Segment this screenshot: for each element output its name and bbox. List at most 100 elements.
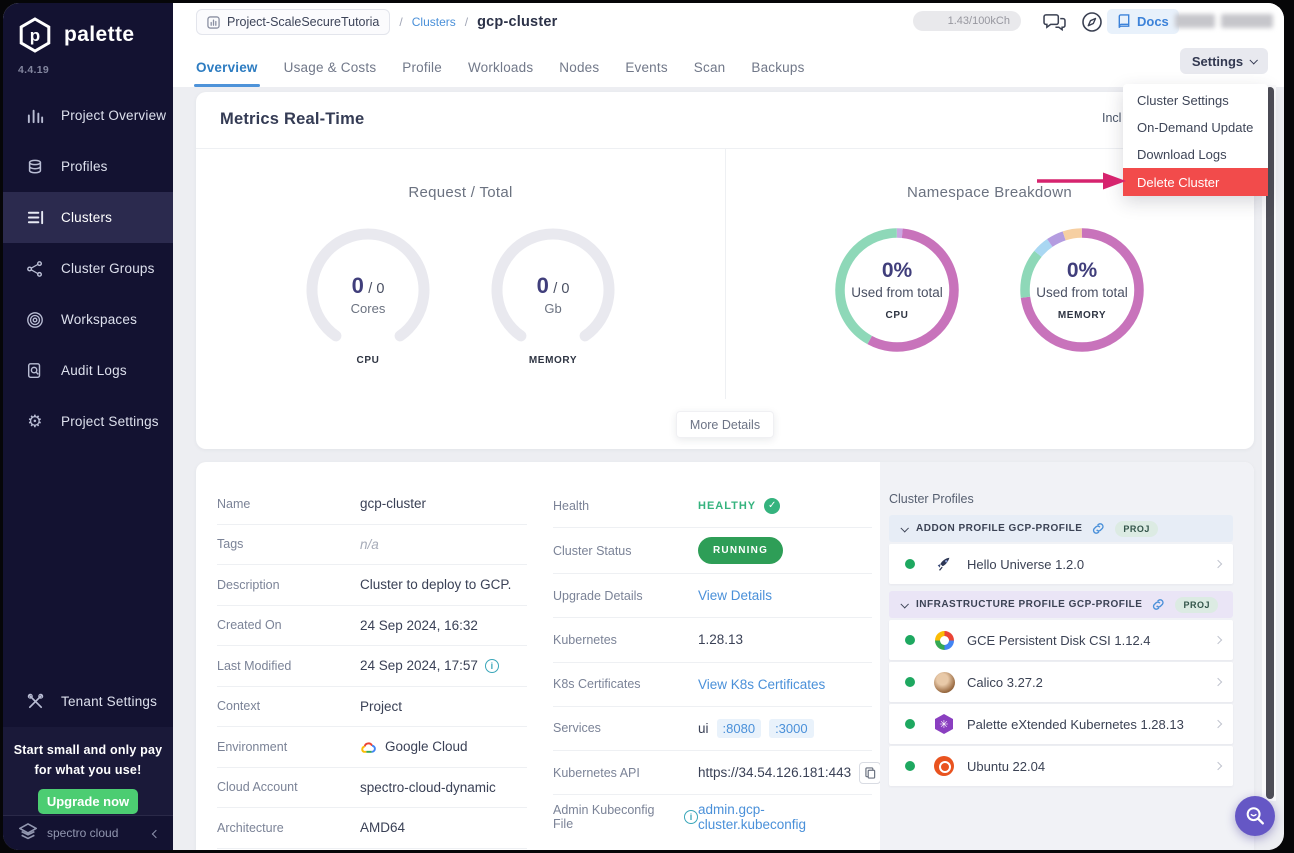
tab-scan[interactable]: Scan (694, 47, 726, 87)
user-account-redacted[interactable] (1175, 14, 1273, 28)
upgrade-now-button[interactable]: Upgrade now (38, 789, 138, 814)
detail-value: spectro-cloud-dynamic (360, 780, 496, 795)
info-icon[interactable]: i (684, 810, 698, 824)
cpu-gauge-label: CPU (303, 355, 433, 366)
tab-events[interactable]: Events (625, 47, 667, 87)
help-search-floating-button[interactable] (1235, 796, 1275, 836)
profile-pack-row[interactable]: Hello Universe 1.2.0 (889, 544, 1233, 584)
sidebar-item-profiles[interactable]: Profiles (3, 141, 173, 192)
palette-extended-kubernetes-icon: ✳ (933, 713, 955, 735)
sidebar-item-cluster-groups[interactable]: Cluster Groups (3, 243, 173, 294)
info-icon[interactable]: i (485, 659, 499, 673)
sidebar-item-tenant-settings[interactable]: Tenant Settings (3, 676, 173, 727)
metrics-title: Metrics Real-Time (220, 110, 364, 129)
profile-pack-row[interactable]: Calico 3.27.2 (889, 662, 1233, 702)
cpu-used-percent: 0% (832, 259, 962, 283)
cluster-details-column: Name gcp-cluster Tags n/a Description Cl… (217, 484, 527, 849)
menu-item-delete-cluster[interactable]: Delete Cluster (1123, 168, 1268, 196)
sidebar-item-clusters[interactable]: Clusters (3, 192, 173, 243)
kubeconfig-download-link[interactable]: admin.gcp-cluster.kubeconfig (698, 802, 872, 832)
promo-text-line1: Start small and only pay (3, 740, 173, 760)
request-total-title: Request / Total (196, 184, 725, 201)
pack-name: Calico 3.27.2 (967, 675, 1215, 690)
cpu-unit: Cores (303, 301, 433, 316)
memory-donut-label: MEMORY (1017, 310, 1147, 321)
detail-row-last-modified: Last Modified 24 Sep 2024, 17:57 i (217, 646, 527, 687)
tab-label: Scan (694, 60, 726, 75)
menu-item-cluster-settings[interactable]: Cluster Settings (1123, 87, 1268, 114)
feedback-chat-button[interactable] (1041, 9, 1067, 35)
service-port-link[interactable]: :8080 (717, 719, 762, 738)
detail-label: Context (217, 699, 360, 713)
service-port-link[interactable]: :3000 (769, 719, 814, 738)
breadcrumb-clusters-link[interactable]: Clusters (412, 15, 456, 29)
cpu-used-caption: Used from total (832, 285, 962, 300)
detail-value: gcp-cluster (360, 496, 426, 511)
nodes-icon (24, 260, 46, 278)
calico-icon (933, 671, 955, 693)
chevron-right-icon (1214, 678, 1222, 686)
profile-pack-row[interactable]: ✳ Palette eXtended Kubernetes 1.28.13 (889, 704, 1233, 744)
tab-profile[interactable]: Profile (402, 47, 442, 87)
detail-row-architecture: Architecture AMD64 (217, 808, 527, 849)
sidebar-item-project-overview[interactable]: Project Overview (3, 90, 173, 141)
book-icon (1117, 14, 1131, 29)
tab-nodes[interactable]: Nodes (559, 47, 599, 87)
detail-value: 24 Sep 2024, 17:57 (360, 658, 478, 673)
chevron-right-icon (1214, 560, 1222, 568)
tab-label: Workloads (468, 60, 533, 75)
tab-workloads[interactable]: Workloads (468, 47, 533, 87)
docs-button[interactable]: Docs (1107, 9, 1179, 34)
project-selector[interactable]: Project-ScaleSecureTutoria (196, 9, 390, 35)
profile-pack-row[interactable]: Ubuntu 22.04 (889, 746, 1233, 786)
memory-requested-value: 0 (537, 273, 549, 298)
detail-label: Description (217, 578, 360, 592)
memory-total-value: / 0 (553, 281, 569, 297)
status-row-health: Health HEALTHY ✓ (553, 484, 872, 528)
view-details-link[interactable]: View Details (698, 588, 772, 603)
settings-button[interactable]: Settings (1180, 48, 1268, 74)
chevron-right-icon (1214, 636, 1222, 644)
memory-namespace-donut: 0% Used from total MEMORY (1017, 225, 1147, 355)
google-cloud-icon (360, 740, 378, 754)
detail-label: Created On (217, 618, 360, 632)
view-k8s-certificates-link[interactable]: View K8s Certificates (698, 677, 825, 692)
sidebar-item-audit-logs[interactable]: Audit Logs (3, 345, 173, 396)
cluster-profiles-title: Cluster Profiles (889, 492, 1254, 506)
cpu-donut-label: CPU (832, 310, 962, 321)
tab-backups[interactable]: Backups (751, 47, 804, 87)
detail-row-cloud-account: Cloud Account spectro-cloud-dynamic (217, 768, 527, 809)
more-details-button[interactable]: More Details (676, 411, 774, 438)
tab-label: Nodes (559, 60, 599, 75)
explore-compass-button[interactable] (1079, 9, 1105, 35)
tab-label: Backups (751, 60, 804, 75)
active-tab-underline (194, 84, 260, 87)
copy-api-button[interactable] (859, 762, 881, 784)
addon-profile-header[interactable]: ADDON PROFILE GCP-PROFILE PROJ (889, 515, 1233, 542)
sidebar-item-label: Tenant Settings (61, 694, 157, 709)
profile-pack-row[interactable]: GCE Persistent Disk CSI 1.12.4 (889, 620, 1233, 660)
sidebar-item-label: Workspaces (61, 312, 137, 327)
infrastructure-profile-header[interactable]: INFRASTRUCTURE PROFILE GCP-PROFILE PROJ (889, 591, 1233, 618)
status-label: Cluster Status (553, 544, 698, 558)
menu-item-download-logs[interactable]: Download Logs (1123, 141, 1268, 168)
sidebar-item-workspaces[interactable]: Workspaces (3, 294, 173, 345)
cpu-total-value: / 0 (368, 281, 384, 297)
tab-overview[interactable]: Overview (196, 47, 258, 87)
kubernetes-api-endpoint: https://34.54.126.181:443 (698, 765, 851, 780)
detail-label: Environment (217, 740, 360, 754)
detail-label: Architecture (217, 821, 360, 835)
top-header: Project-ScaleSecureTutoria / Clusters / … (173, 3, 1284, 87)
sidebar-item-project-settings[interactable]: ⚙ Project Settings (3, 396, 173, 447)
running-status-badge: RUNNING (698, 537, 783, 564)
health-status-text: HEALTHY (698, 500, 756, 512)
menu-item-on-demand-update[interactable]: On-Demand Update (1123, 114, 1268, 141)
service-name: ui (698, 721, 709, 736)
compass-icon (1081, 11, 1103, 33)
cluster-tabs: Overview Usage & Costs Profile Workloads… (196, 47, 805, 87)
tab-usage-costs[interactable]: Usage & Costs (284, 47, 377, 87)
detail-row-description: Description Cluster to deploy to GCP. (217, 565, 527, 606)
collapse-sidebar-icon[interactable] (153, 825, 159, 841)
pack-name: Ubuntu 22.04 (967, 759, 1215, 774)
status-row-services: Services ui :8080 :3000 (553, 707, 872, 751)
